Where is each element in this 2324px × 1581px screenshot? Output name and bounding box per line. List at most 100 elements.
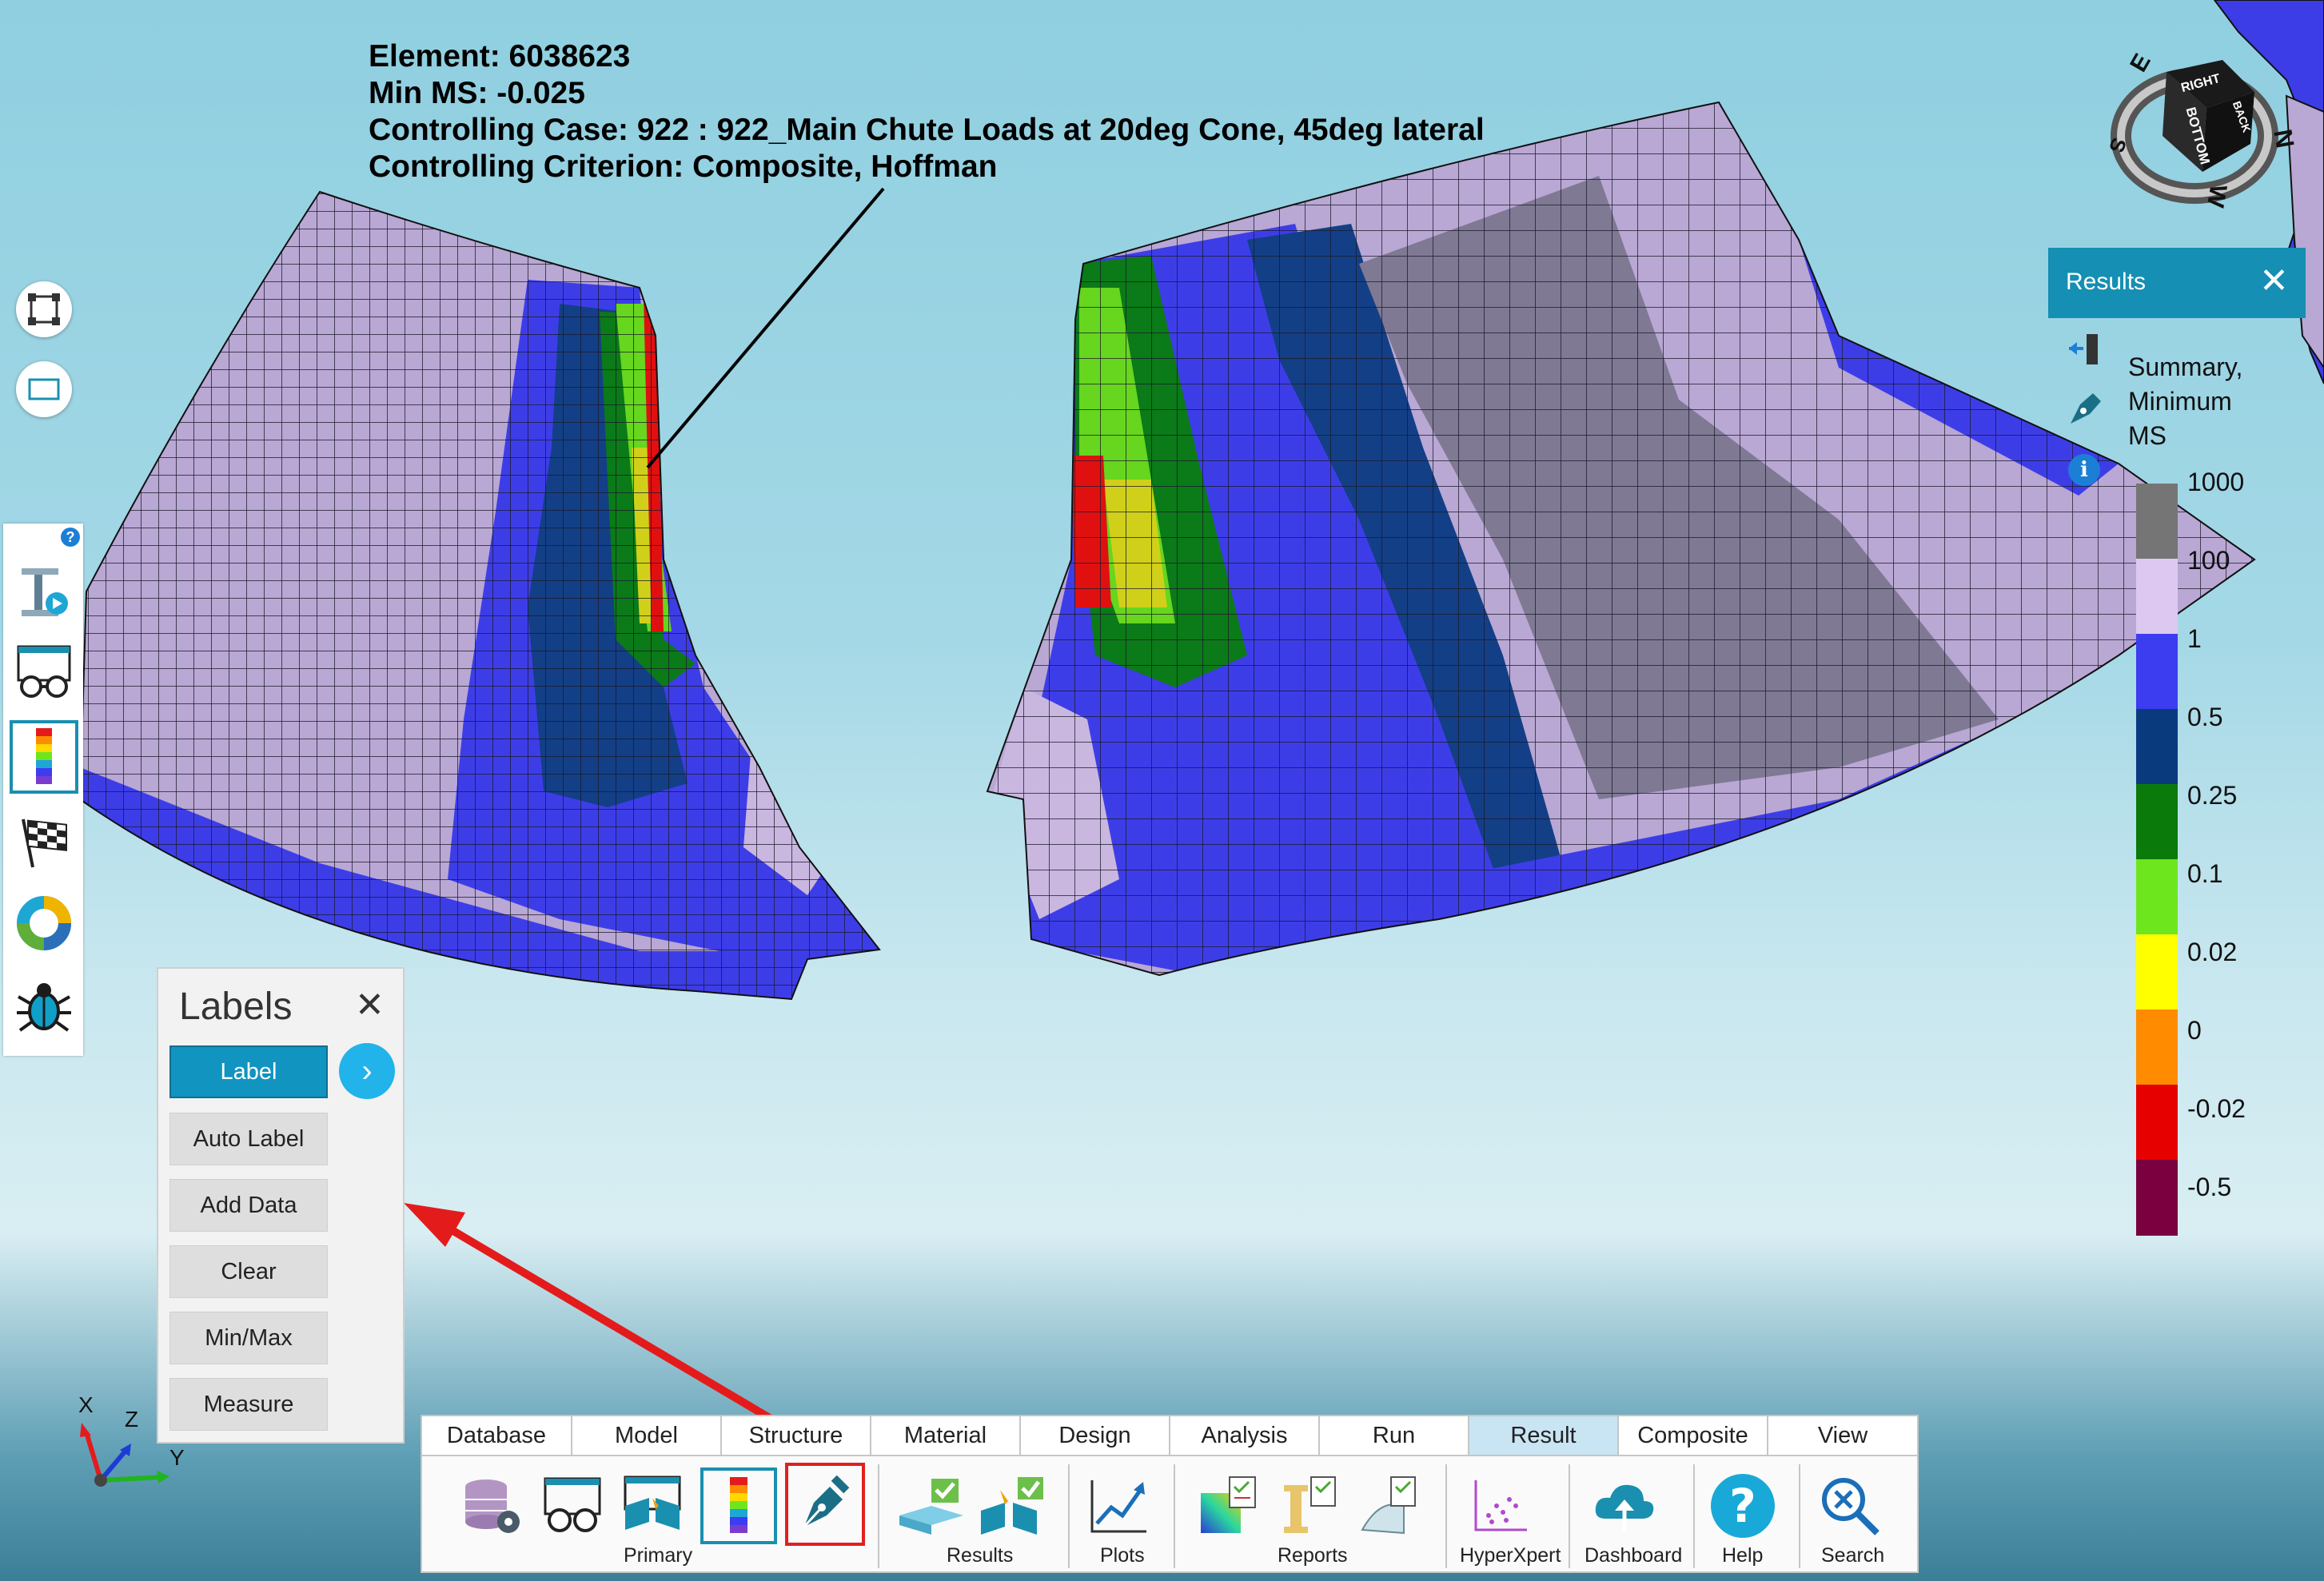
debug-bug-button[interactable] [10, 970, 78, 1043]
fit-view-button[interactable] [16, 281, 72, 337]
dashboard-button[interactable] [1586, 1468, 1663, 1544]
help-button[interactable]: ? [1704, 1468, 1781, 1544]
database-settings-button[interactable] [454, 1468, 531, 1544]
axis-y-label: Y [169, 1445, 185, 1470]
view-glasses-button[interactable] [10, 635, 78, 709]
results-ply-check-button[interactable] [974, 1468, 1050, 1544]
search-icon [1822, 1478, 1880, 1535]
legend-color-segment [2136, 709, 2178, 785]
legend-color-segment [2136, 1010, 2178, 1085]
main-ribbon: Database Model Structure Material Design… [421, 1415, 1919, 1573]
contour-legend-icon [36, 728, 52, 784]
section-play-icon [22, 568, 68, 616]
tab-structure[interactable]: Structure [722, 1416, 871, 1456]
contour-report-icon [1201, 1476, 1256, 1533]
add-data-button[interactable]: Add Data [169, 1179, 328, 1232]
slab-check-icon [899, 1479, 963, 1535]
compass-w: W [2201, 182, 2232, 209]
contour-legend-icon [730, 1477, 747, 1533]
tab-run[interactable]: Run [1320, 1416, 1469, 1456]
annotation-case: Controlling Case: 922 : 922_Main Chute L… [369, 113, 1485, 147]
tab-result[interactable]: Result [1469, 1416, 1619, 1456]
fit-view-icon [28, 293, 60, 325]
contour-legend-button[interactable] [700, 1468, 777, 1544]
result-pen-icon[interactable] [2064, 388, 2106, 434]
tab-model[interactable]: Model [572, 1416, 722, 1456]
column-report-icon [1284, 1476, 1336, 1533]
legend-label: 100 [2187, 546, 2230, 575]
plots-button[interactable] [1079, 1468, 1156, 1544]
ribbon-separator [1693, 1464, 1695, 1568]
column-report-button[interactable] [1270, 1468, 1346, 1544]
results-check-button[interactable] [894, 1468, 971, 1544]
donut-chart-button[interactable] [10, 886, 78, 960]
auto-label-button[interactable]: Auto Label [169, 1113, 328, 1165]
legend-label: 0.25 [2187, 781, 2238, 810]
chevron-right-icon[interactable]: › [339, 1043, 395, 1099]
tab-composite[interactable]: Composite [1619, 1416, 1768, 1456]
hyperxpert-button[interactable] [1461, 1468, 1538, 1544]
checkered-flag-icon [22, 818, 67, 868]
search-button[interactable] [1812, 1468, 1888, 1544]
results-view-button[interactable] [534, 1468, 611, 1544]
annotation-leader-line [646, 187, 885, 469]
labels-pen-button[interactable] [785, 1463, 865, 1546]
group-help: Help [1722, 1544, 1764, 1567]
svg-text:?: ? [1729, 1479, 1756, 1533]
legend-label: -0.5 [2187, 1173, 2232, 1201]
element-annotation: Element: 6038623 Min MS: -0.025 Controllin… [369, 38, 1485, 185]
group-search: Search [1821, 1544, 1885, 1567]
ply-book-icon [624, 1475, 681, 1530]
tab-design[interactable]: Design [1021, 1416, 1170, 1456]
help-icon: ? [1711, 1474, 1775, 1538]
group-results: Results [947, 1544, 1014, 1567]
donut-chart-icon [17, 896, 71, 950]
legend-label: 1000 [2187, 468, 2245, 496]
glasses-icon [544, 1477, 601, 1532]
group-plots: Plots [1100, 1544, 1145, 1567]
annotation-min-ms: Min MS: -0.025 [369, 76, 585, 110]
legend-color-segment [2136, 634, 2178, 710]
3d-viewport[interactable]: RIGHT BACK BOTTOM E N W S Element: 60386… [0, 0, 2324, 1581]
group-reports: Reports [1278, 1544, 1348, 1567]
axis-x-label: X [78, 1392, 94, 1417]
annotation-element: Element: 6038623 [369, 39, 631, 74]
collapse-panel-icon[interactable] [2066, 331, 2103, 372]
ply-view-button[interactable] [614, 1468, 691, 1544]
clear-button[interactable]: Clear [169, 1245, 328, 1298]
glasses-icon [17, 645, 71, 698]
legend-color-segment [2136, 484, 2178, 560]
info-icon[interactable]: i [2068, 454, 2100, 486]
tab-analysis[interactable]: Analysis [1170, 1416, 1320, 1456]
tab-material[interactable]: Material [871, 1416, 1021, 1456]
section-tool-button[interactable] [10, 556, 78, 629]
tab-database[interactable]: Database [422, 1416, 572, 1456]
measure-button[interactable]: Measure [169, 1378, 328, 1431]
help-badge-icon[interactable]: ? [61, 528, 80, 547]
surface-report-button[interactable] [1349, 1468, 1426, 1544]
legend-color-segment [2136, 559, 2178, 635]
cloud-upload-icon [1595, 1484, 1654, 1531]
labels-panel: Labels ✕ Label › Auto Label Add Data Cle… [157, 967, 405, 1444]
contour-report-button[interactable] [1190, 1468, 1266, 1544]
window-select-button[interactable] [16, 361, 72, 417]
results-line-3: MS [2128, 421, 2167, 450]
legend-color-segment [2136, 934, 2178, 1010]
results-line-2: Minimum [2128, 387, 2232, 416]
labels-close-icon[interactable]: ✕ [355, 985, 385, 1025]
results-summary: Summary, Minimum MS [2128, 350, 2242, 453]
finish-flag-button[interactable] [10, 805, 78, 878]
ribbon-separator [1799, 1464, 1800, 1568]
legend-label: 0.5 [2187, 703, 2223, 731]
legend-label: 1 [2187, 624, 2202, 653]
label-button[interactable]: Label [169, 1045, 328, 1098]
results-close-icon[interactable]: ✕ [2259, 261, 2289, 301]
contour-tool-button[interactable] [10, 720, 78, 794]
min-max-button[interactable]: Min/Max [169, 1312, 328, 1364]
scatter-plot-icon [1474, 1480, 1527, 1531]
legend-label: 0 [2187, 1016, 2202, 1045]
legend-label: -0.02 [2187, 1094, 2246, 1123]
red-arrow [404, 1203, 814, 1447]
tab-view[interactable]: View [1768, 1416, 1917, 1456]
line-chart-icon [1090, 1480, 1146, 1533]
